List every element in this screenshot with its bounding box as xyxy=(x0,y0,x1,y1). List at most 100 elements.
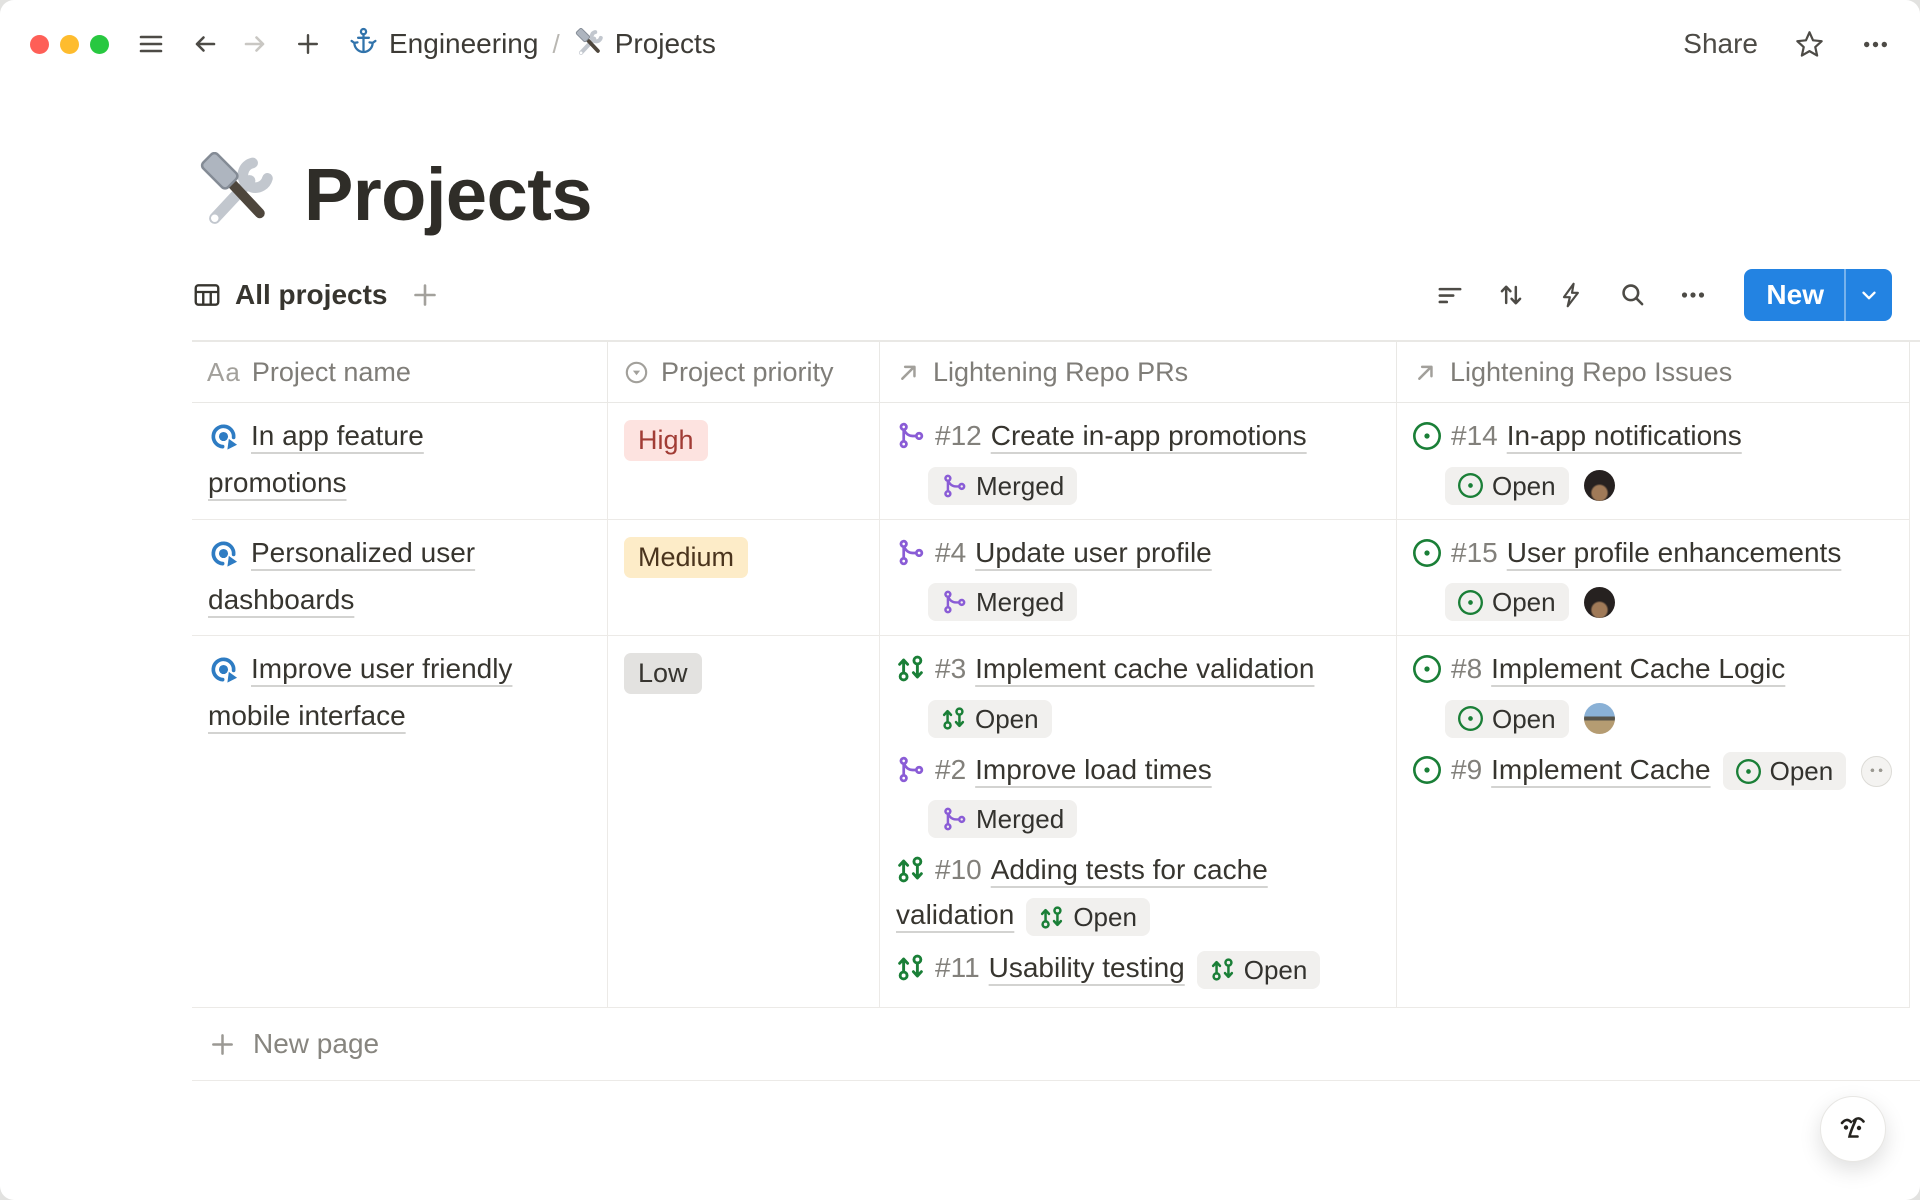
new-page-row[interactable]: New page xyxy=(192,1008,1920,1081)
column-header-repo-issues[interactable]: Lightening Repo Issues xyxy=(1397,342,1910,403)
github-pr-mention[interactable]: #10Adding tests for cache validationOpen xyxy=(896,850,1380,936)
git-merge-icon xyxy=(896,421,925,461)
new-button-chevron-down-icon[interactable] xyxy=(1846,269,1892,321)
arrow-up-right-icon xyxy=(1412,359,1439,386)
new-button-label[interactable]: New xyxy=(1744,269,1844,321)
add-view-icon[interactable] xyxy=(411,281,439,309)
filter-icon[interactable] xyxy=(1435,280,1465,310)
search-icon[interactable] xyxy=(1618,280,1648,310)
issue-open-icon xyxy=(1736,759,1761,784)
forward-icon[interactable] xyxy=(241,30,269,58)
project-cycle-icon xyxy=(208,654,239,696)
issue-open-icon xyxy=(1413,538,1441,578)
notion-window: Engineering / Projects Share Projects Al… xyxy=(0,0,1920,1200)
github-issue-mention[interactable]: #8Implement Cache Logic Open xyxy=(1413,649,1893,738)
projects-table: Aa Project name Project priority Lighten… xyxy=(192,340,1920,1081)
page-icon-hammer-wrench[interactable] xyxy=(196,152,276,237)
minimize-button[interactable] xyxy=(60,35,79,54)
more-options-icon[interactable] xyxy=(1861,30,1890,59)
text-property-icon: Aa xyxy=(207,357,241,388)
git-pull-request-icon xyxy=(896,953,925,993)
zoom-button[interactable] xyxy=(90,35,109,54)
status-badge: Merged xyxy=(928,467,1077,505)
project-cycle-icon xyxy=(208,538,239,580)
traffic-lights xyxy=(30,35,109,54)
status-badge: Open xyxy=(1445,467,1569,505)
prs-cell[interactable]: #3Implement cache validation Open #2Impr… xyxy=(880,636,1397,1008)
github-pr-mention[interactable]: #3Implement cache validation Open xyxy=(896,649,1380,738)
assignee-avatar xyxy=(1584,587,1615,618)
project-cycle-icon xyxy=(208,421,239,463)
notion-ai-face-icon xyxy=(1835,1110,1871,1149)
issue-open-icon xyxy=(1413,421,1441,461)
column-header-project-name[interactable]: Aa Project name xyxy=(192,342,608,403)
view-tab-label: All projects xyxy=(235,279,387,311)
table-row: Improve user friendly mobile interface L… xyxy=(192,636,1920,1008)
prs-cell[interactable]: #12Create in-app promotions Merged xyxy=(880,403,1397,520)
new-page-label: New page xyxy=(253,1028,379,1060)
github-pr-mention[interactable]: #12Create in-app promotions Merged xyxy=(896,416,1380,505)
breadcrumb-workspace[interactable]: Engineering xyxy=(349,26,538,62)
breadcrumb-page[interactable]: Projects xyxy=(574,28,716,60)
view-options-icon[interactable] xyxy=(1679,281,1707,309)
issue-open-icon xyxy=(1413,654,1441,694)
github-issue-mention[interactable]: #14In-app notifications Open xyxy=(1413,416,1893,505)
git-merge-icon xyxy=(941,473,967,499)
git-merge-icon xyxy=(896,538,925,578)
favorite-star-icon[interactable] xyxy=(1794,29,1825,60)
issue-open-icon xyxy=(1458,473,1483,498)
project-name-cell[interactable]: Personalized user dashboards xyxy=(192,520,608,637)
status-badge: Open xyxy=(1723,752,1847,790)
assignee-avatar xyxy=(1584,703,1615,734)
issues-cell[interactable]: #15User profile enhancements Open xyxy=(1397,520,1910,637)
column-header-project-priority[interactable]: Project priority xyxy=(608,342,880,403)
git-merge-icon xyxy=(941,589,967,615)
back-icon[interactable] xyxy=(191,30,219,58)
close-button[interactable] xyxy=(30,35,49,54)
arrow-up-right-icon xyxy=(895,359,922,386)
status-badge: Open xyxy=(1026,898,1150,936)
github-issue-mention[interactable]: #9Implement CacheOpen xyxy=(1413,750,1893,795)
sidebar-menu-icon[interactable] xyxy=(137,30,165,58)
assignee-avatar xyxy=(1584,470,1615,501)
sort-icon[interactable] xyxy=(1496,280,1526,310)
priority-tag: High xyxy=(624,420,708,461)
breadcrumb-workspace-label: Engineering xyxy=(389,28,538,60)
project-name-cell[interactable]: Improve user friendly mobile interface xyxy=(192,636,608,1008)
window-titlebar: Engineering / Projects Share xyxy=(0,0,1920,88)
github-pr-mention[interactable]: #11Usability testingOpen xyxy=(896,948,1380,993)
github-issue-mention[interactable]: #15User profile enhancements Open xyxy=(1413,533,1893,622)
table-row: In app feature promotions High #12Create… xyxy=(192,403,1920,520)
issue-open-icon xyxy=(1458,590,1483,615)
priority-tag: Low xyxy=(624,653,702,694)
git-pull-request-icon xyxy=(896,654,925,694)
table-view-icon xyxy=(192,280,222,310)
priority-cell[interactable]: High xyxy=(608,403,880,520)
column-header-repo-prs[interactable]: Lightening Repo PRs xyxy=(880,342,1397,403)
project-name-cell[interactable]: In app feature promotions xyxy=(192,403,608,520)
issues-cell[interactable]: #8Implement Cache Logic Open #9Implement… xyxy=(1397,636,1910,1008)
breadcrumb: Engineering / Projects xyxy=(349,26,716,62)
automation-bolt-icon[interactable] xyxy=(1557,280,1587,310)
priority-tag: Medium xyxy=(624,537,748,578)
priority-cell[interactable]: Low xyxy=(608,636,880,1008)
github-pr-mention[interactable]: #2Improve load times Merged xyxy=(896,750,1380,839)
notion-ai-button[interactable] xyxy=(1820,1096,1886,1162)
new-tab-icon[interactable] xyxy=(295,31,321,57)
priority-cell[interactable]: Medium xyxy=(608,520,880,637)
select-property-icon xyxy=(623,359,650,386)
share-button[interactable]: Share xyxy=(1683,28,1758,60)
status-badge: Merged xyxy=(928,583,1077,621)
status-badge: Open xyxy=(1197,951,1321,989)
tab-all-projects[interactable]: All projects xyxy=(192,279,387,311)
github-pr-mention[interactable]: #4Update user profile Merged xyxy=(896,533,1380,622)
git-pull-request-icon xyxy=(1210,957,1235,982)
new-button[interactable]: New xyxy=(1744,269,1892,321)
anchor-icon xyxy=(349,26,378,62)
topbar-actions: Share xyxy=(1683,28,1890,60)
git-pull-request-icon xyxy=(896,855,925,895)
prs-cell[interactable]: #4Update user profile Merged xyxy=(880,520,1397,637)
breadcrumb-separator: / xyxy=(552,29,559,60)
hammer-wrench-icon xyxy=(574,28,604,60)
issues-cell[interactable]: #14In-app notifications Open xyxy=(1397,403,1910,520)
